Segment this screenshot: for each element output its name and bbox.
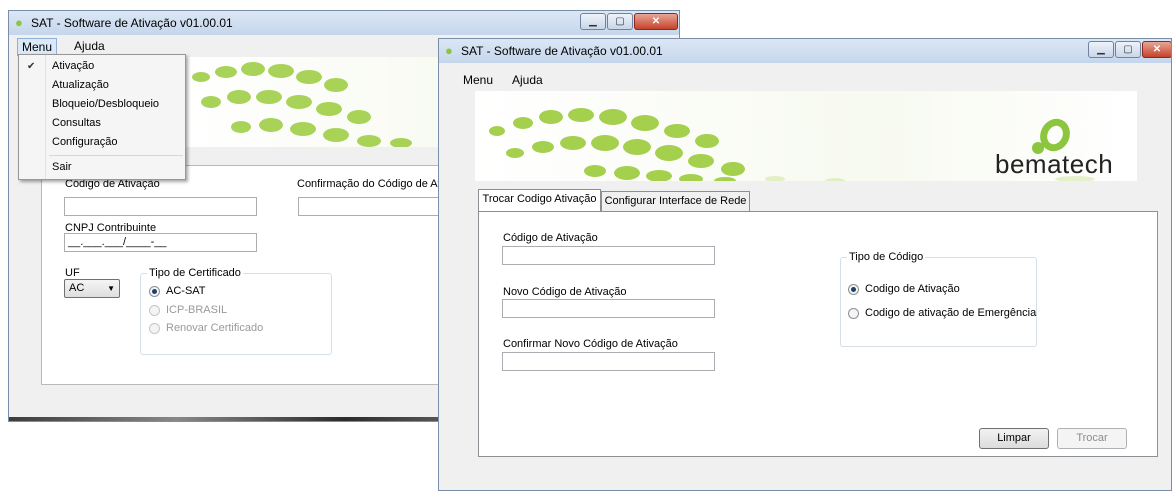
menu-consultas-label: Consultas (52, 117, 101, 129)
codigo-ativacao-label: Código de Ativação (503, 232, 598, 244)
cert-icp-brasil-radio[interactable]: ICP-BRASIL (149, 303, 227, 317)
tipo-codigo-emergencia-label: Codigo de ativação de Emergência (865, 307, 1037, 319)
tipo-codigo-label: Tipo de Código (847, 251, 926, 263)
app-logo-icon: ● (15, 15, 23, 30)
tipo-certificado-group: Tipo de Certificado AC-SAT ICP-BRASIL Re… (140, 267, 332, 355)
uf-select[interactable]: AC ▼ (64, 279, 120, 298)
front-titlebar[interactable]: ● SAT - Software de Ativação v01.00.01 ▁… (439, 39, 1171, 63)
menu-bloqueio[interactable]: Bloqueio/Desbloqueio (19, 95, 185, 114)
app-logo-icon: ● (445, 43, 453, 58)
front-menubar: Menu Ajuda (439, 71, 1171, 89)
menu-ativacao[interactable]: Ativação (19, 57, 185, 76)
menu-item-menu[interactable]: Menu (463, 73, 493, 87)
codigo-ativacao-input[interactable] (64, 197, 257, 216)
menu-sair[interactable]: Sair (19, 158, 185, 177)
tab-trocar-codigo[interactable]: Trocar Codigo Ativação (478, 189, 601, 211)
menu-bloqueio-label: Bloqueio/Desbloqueio (52, 98, 160, 110)
back-window-title: SAT - Software de Ativação v01.00.01 (31, 16, 233, 30)
confirmar-codigo-input[interactable] (502, 352, 715, 371)
tipo-codigo-group: Tipo de Código Codigo de Ativação Codigo… (840, 251, 1037, 347)
uf-value: AC (69, 282, 85, 294)
radio-selected-icon (848, 283, 859, 295)
confirmar-codigo-label: Confirmar Novo Código de Ativação (503, 338, 678, 350)
maximize-button[interactable]: ▢ (607, 13, 633, 30)
trocar-button[interactable]: Trocar (1057, 428, 1127, 449)
confirmacao-input[interactable] (298, 197, 448, 216)
front-window-title: SAT - Software de Ativação v01.00.01 (461, 44, 663, 58)
tab-strip: Trocar Codigo Ativação Configurar Interf… (478, 189, 1158, 213)
menu-atualizacao-label: Atualização (52, 79, 109, 91)
front-window: ● SAT - Software de Ativação v01.00.01 ▁… (438, 38, 1172, 491)
close-button[interactable]: ✕ (1142, 41, 1171, 58)
novo-codigo-input[interactable] (502, 299, 715, 318)
menu-item-ajuda[interactable]: Ajuda (74, 39, 105, 53)
menu-atualizacao[interactable]: Atualização (19, 76, 185, 95)
minimize-button[interactable]: ▁ (1088, 41, 1114, 58)
menu-item-ajuda[interactable]: Ajuda (512, 73, 543, 87)
cert-icp-brasil-label: ICP-BRASIL (166, 304, 228, 316)
radio-icon (848, 307, 859, 319)
main-menu-dropdown: Ativação Atualização Bloqueio/Desbloquei… (18, 54, 186, 180)
radio-icon (149, 322, 160, 334)
menu-ativacao-label: Ativação (52, 60, 95, 72)
menu-configuracao-label: Configuração (52, 136, 118, 148)
menu-consultas[interactable]: Consultas (19, 114, 185, 133)
menu-sair-label: Sair (52, 161, 72, 173)
limpar-button[interactable]: Limpar (979, 428, 1049, 449)
radio-icon (149, 304, 160, 316)
tab-configurar-rede[interactable]: Configurar Interface de Rede (601, 191, 750, 211)
uf-label: UF (65, 267, 80, 279)
maximize-button[interactable]: ▢ (1115, 41, 1141, 58)
novo-codigo-label: Novo Código de Ativação (503, 286, 627, 298)
check-icon (23, 59, 39, 74)
minimize-button[interactable]: ▁ (580, 13, 606, 30)
tipo-codigo-ativacao-radio[interactable]: Codigo de Ativação (848, 282, 960, 296)
chevron-down-icon: ▼ (107, 284, 115, 293)
cnpj-input[interactable]: __.___.___/____-__ (64, 233, 257, 252)
back-titlebar[interactable]: ● SAT - Software de Ativação v01.00.01 ▁… (9, 11, 679, 35)
tipo-certificado-label: Tipo de Certificado (147, 267, 243, 279)
front-banner: bematech (475, 91, 1137, 181)
cert-renovar-label: Renovar Certificado (166, 322, 264, 334)
menu-configuracao[interactable]: Configuração (19, 133, 185, 152)
brand-wordmark: bematech (995, 149, 1114, 179)
cert-ac-sat-radio[interactable]: AC-SAT (149, 284, 206, 298)
close-button[interactable]: ✕ (634, 13, 678, 30)
tipo-codigo-emergencia-radio[interactable]: Codigo de ativação de Emergência (848, 306, 1036, 320)
tab-panel: Código de Ativação Novo Código de Ativaç… (478, 211, 1158, 457)
codigo-ativacao-input[interactable] (502, 246, 715, 265)
menu-separator (49, 155, 183, 156)
cert-ac-sat-label: AC-SAT (166, 285, 206, 297)
tipo-codigo-ativacao-label: Codigo de Ativação (865, 283, 960, 295)
radio-selected-icon (149, 285, 160, 297)
cert-renovar-radio[interactable]: Renovar Certificado (149, 321, 263, 335)
